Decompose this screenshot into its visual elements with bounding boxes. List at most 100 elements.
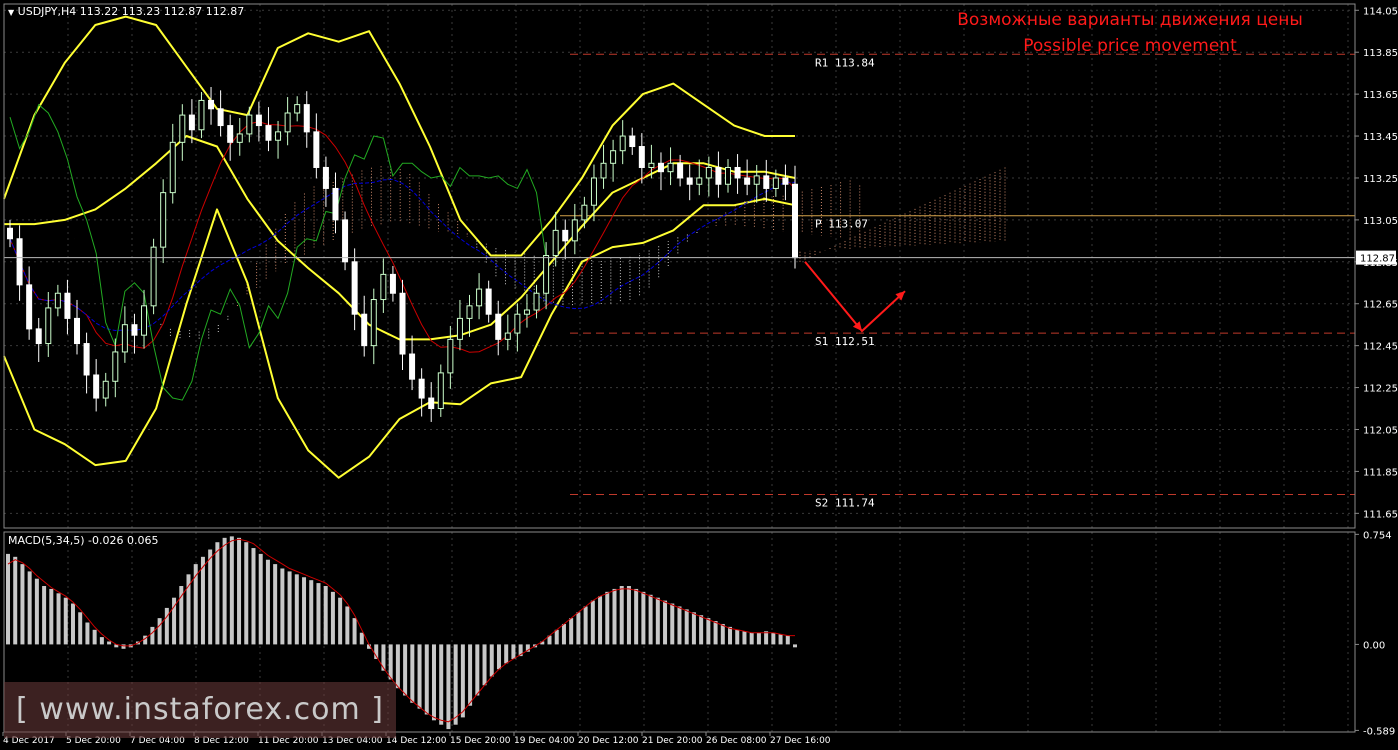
dropdown-triangle-icon[interactable]: ▼: [8, 8, 14, 17]
candle-body: [26, 284, 33, 330]
macd-histogram-bar: [439, 644, 444, 725]
candle-body: [236, 133, 243, 143]
candle-body: [610, 150, 617, 164]
macd-header: MACD(5,34,5) -0.026 0.065: [8, 534, 159, 547]
macd-histogram-bar: [771, 632, 776, 645]
macd-histogram-bar: [345, 606, 350, 645]
candle-body: [93, 374, 100, 399]
macd-histogram-bar: [728, 626, 733, 645]
macd-histogram-bar: [561, 623, 566, 645]
macd-histogram-bar: [121, 644, 126, 649]
candle-body: [456, 317, 463, 340]
annotation-ru: Возможные варианты движения цены: [957, 10, 1303, 30]
macd-histogram-bar: [27, 571, 32, 645]
macd-histogram-bar: [70, 603, 75, 645]
candle-body: [112, 351, 119, 382]
time-tick-label: 27 Dec 16:00: [770, 736, 831, 746]
candle-body: [45, 307, 52, 345]
macd-histogram-bar: [359, 632, 364, 645]
macd-histogram-bar: [504, 644, 509, 664]
macd-histogram-bar: [655, 597, 660, 645]
candle-body: [389, 273, 396, 294]
macd-histogram-bar: [699, 615, 704, 645]
macd-histogram-bar: [92, 629, 97, 645]
candle-body: [476, 288, 483, 307]
macd-histogram-bar: [323, 586, 328, 645]
macd-histogram-bar: [756, 632, 761, 645]
candle-body: [782, 177, 789, 185]
macd-histogram-bar: [200, 556, 205, 645]
macd-histogram-bar: [706, 618, 711, 645]
candle-body: [734, 166, 741, 179]
candle-body: [64, 292, 71, 319]
candle-body: [552, 229, 559, 257]
macd-histogram-bar: [85, 622, 90, 645]
macd-histogram-bar: [388, 644, 393, 680]
macd-histogram-bar: [742, 631, 747, 645]
macd-histogram-bar: [684, 609, 689, 645]
instaforex-watermark: [ www.instaforex.com ]: [4, 682, 396, 738]
macd-histogram-bar: [330, 591, 335, 645]
candle-body: [533, 292, 540, 311]
candle-body: [332, 187, 339, 221]
candle-body: [7, 227, 13, 240]
macd-histogram-bar: [273, 564, 278, 645]
macd-histogram-bar: [208, 549, 213, 645]
macd-histogram-bar: [720, 623, 725, 645]
price-tick-label: 112.45: [1363, 342, 1398, 353]
macd-histogram-bar: [258, 553, 263, 645]
macd-histogram-bar: [302, 577, 307, 645]
candle-body: [523, 309, 530, 315]
price-tick-label: 113.05: [1363, 216, 1398, 227]
macd-histogram-bar: [410, 644, 415, 703]
candle-body: [102, 380, 109, 399]
candle-body: [131, 324, 138, 336]
macd-histogram-bar: [99, 637, 104, 645]
macd-histogram-bar: [511, 644, 516, 660]
candle-body: [619, 135, 626, 152]
macd-histogram-bar: [150, 626, 155, 645]
candle-body: [715, 166, 722, 185]
candle-body: [83, 343, 90, 376]
macd-histogram-bar: [453, 644, 458, 725]
candle-body: [217, 108, 224, 127]
macd-histogram-bar: [338, 597, 343, 645]
macd-histogram-bar: [352, 618, 357, 645]
macd-histogram-bar: [309, 580, 314, 645]
candle-body: [74, 317, 81, 345]
time-tick-label: 26 Dec 08:00: [706, 736, 767, 746]
price-tick-label: 112.25: [1363, 384, 1398, 395]
price-tick-label: 114.05: [1363, 6, 1398, 17]
candle-body: [571, 219, 578, 242]
candle-body: [581, 204, 588, 221]
macd-histogram-bar: [431, 644, 436, 721]
macd-histogram-bar: [164, 607, 169, 645]
macd-histogram-bar: [244, 542, 249, 645]
candle-body: [428, 397, 435, 410]
price-tick-label: 112.05: [1363, 425, 1398, 436]
macd-histogram-bar: [605, 591, 610, 645]
macd-histogram-bar: [468, 644, 473, 706]
macd-histogram-bar: [778, 634, 783, 645]
candle-body: [275, 131, 282, 141]
macd-histogram-bar: [663, 600, 668, 645]
candle-body: [590, 177, 597, 206]
candle-body: [696, 177, 703, 185]
candle-body: [657, 162, 664, 173]
price-tick-label: 113.45: [1363, 132, 1398, 143]
trading-chart[interactable]: R1 113.84 P 113.07 S1 112.51 S2 111.74 114.…: [0, 0, 1398, 750]
price-tick-label: 113.25: [1363, 174, 1398, 185]
candle-body: [255, 114, 262, 127]
candle-body: [514, 313, 521, 334]
price-tick-label: 111.65: [1363, 509, 1398, 520]
macd-histogram-bar: [641, 591, 646, 645]
pivot-level-label: P 113.07: [815, 218, 868, 231]
candle-body: [313, 131, 320, 168]
macd-histogram-bar: [20, 564, 25, 645]
macd-histogram-bar: [460, 644, 465, 718]
candle-body: [160, 192, 167, 248]
price-tick-label: 113.85: [1363, 48, 1398, 59]
candle-body: [361, 313, 368, 347]
candle-body: [141, 305, 148, 336]
price-tick-label: 111.85: [1363, 467, 1398, 478]
